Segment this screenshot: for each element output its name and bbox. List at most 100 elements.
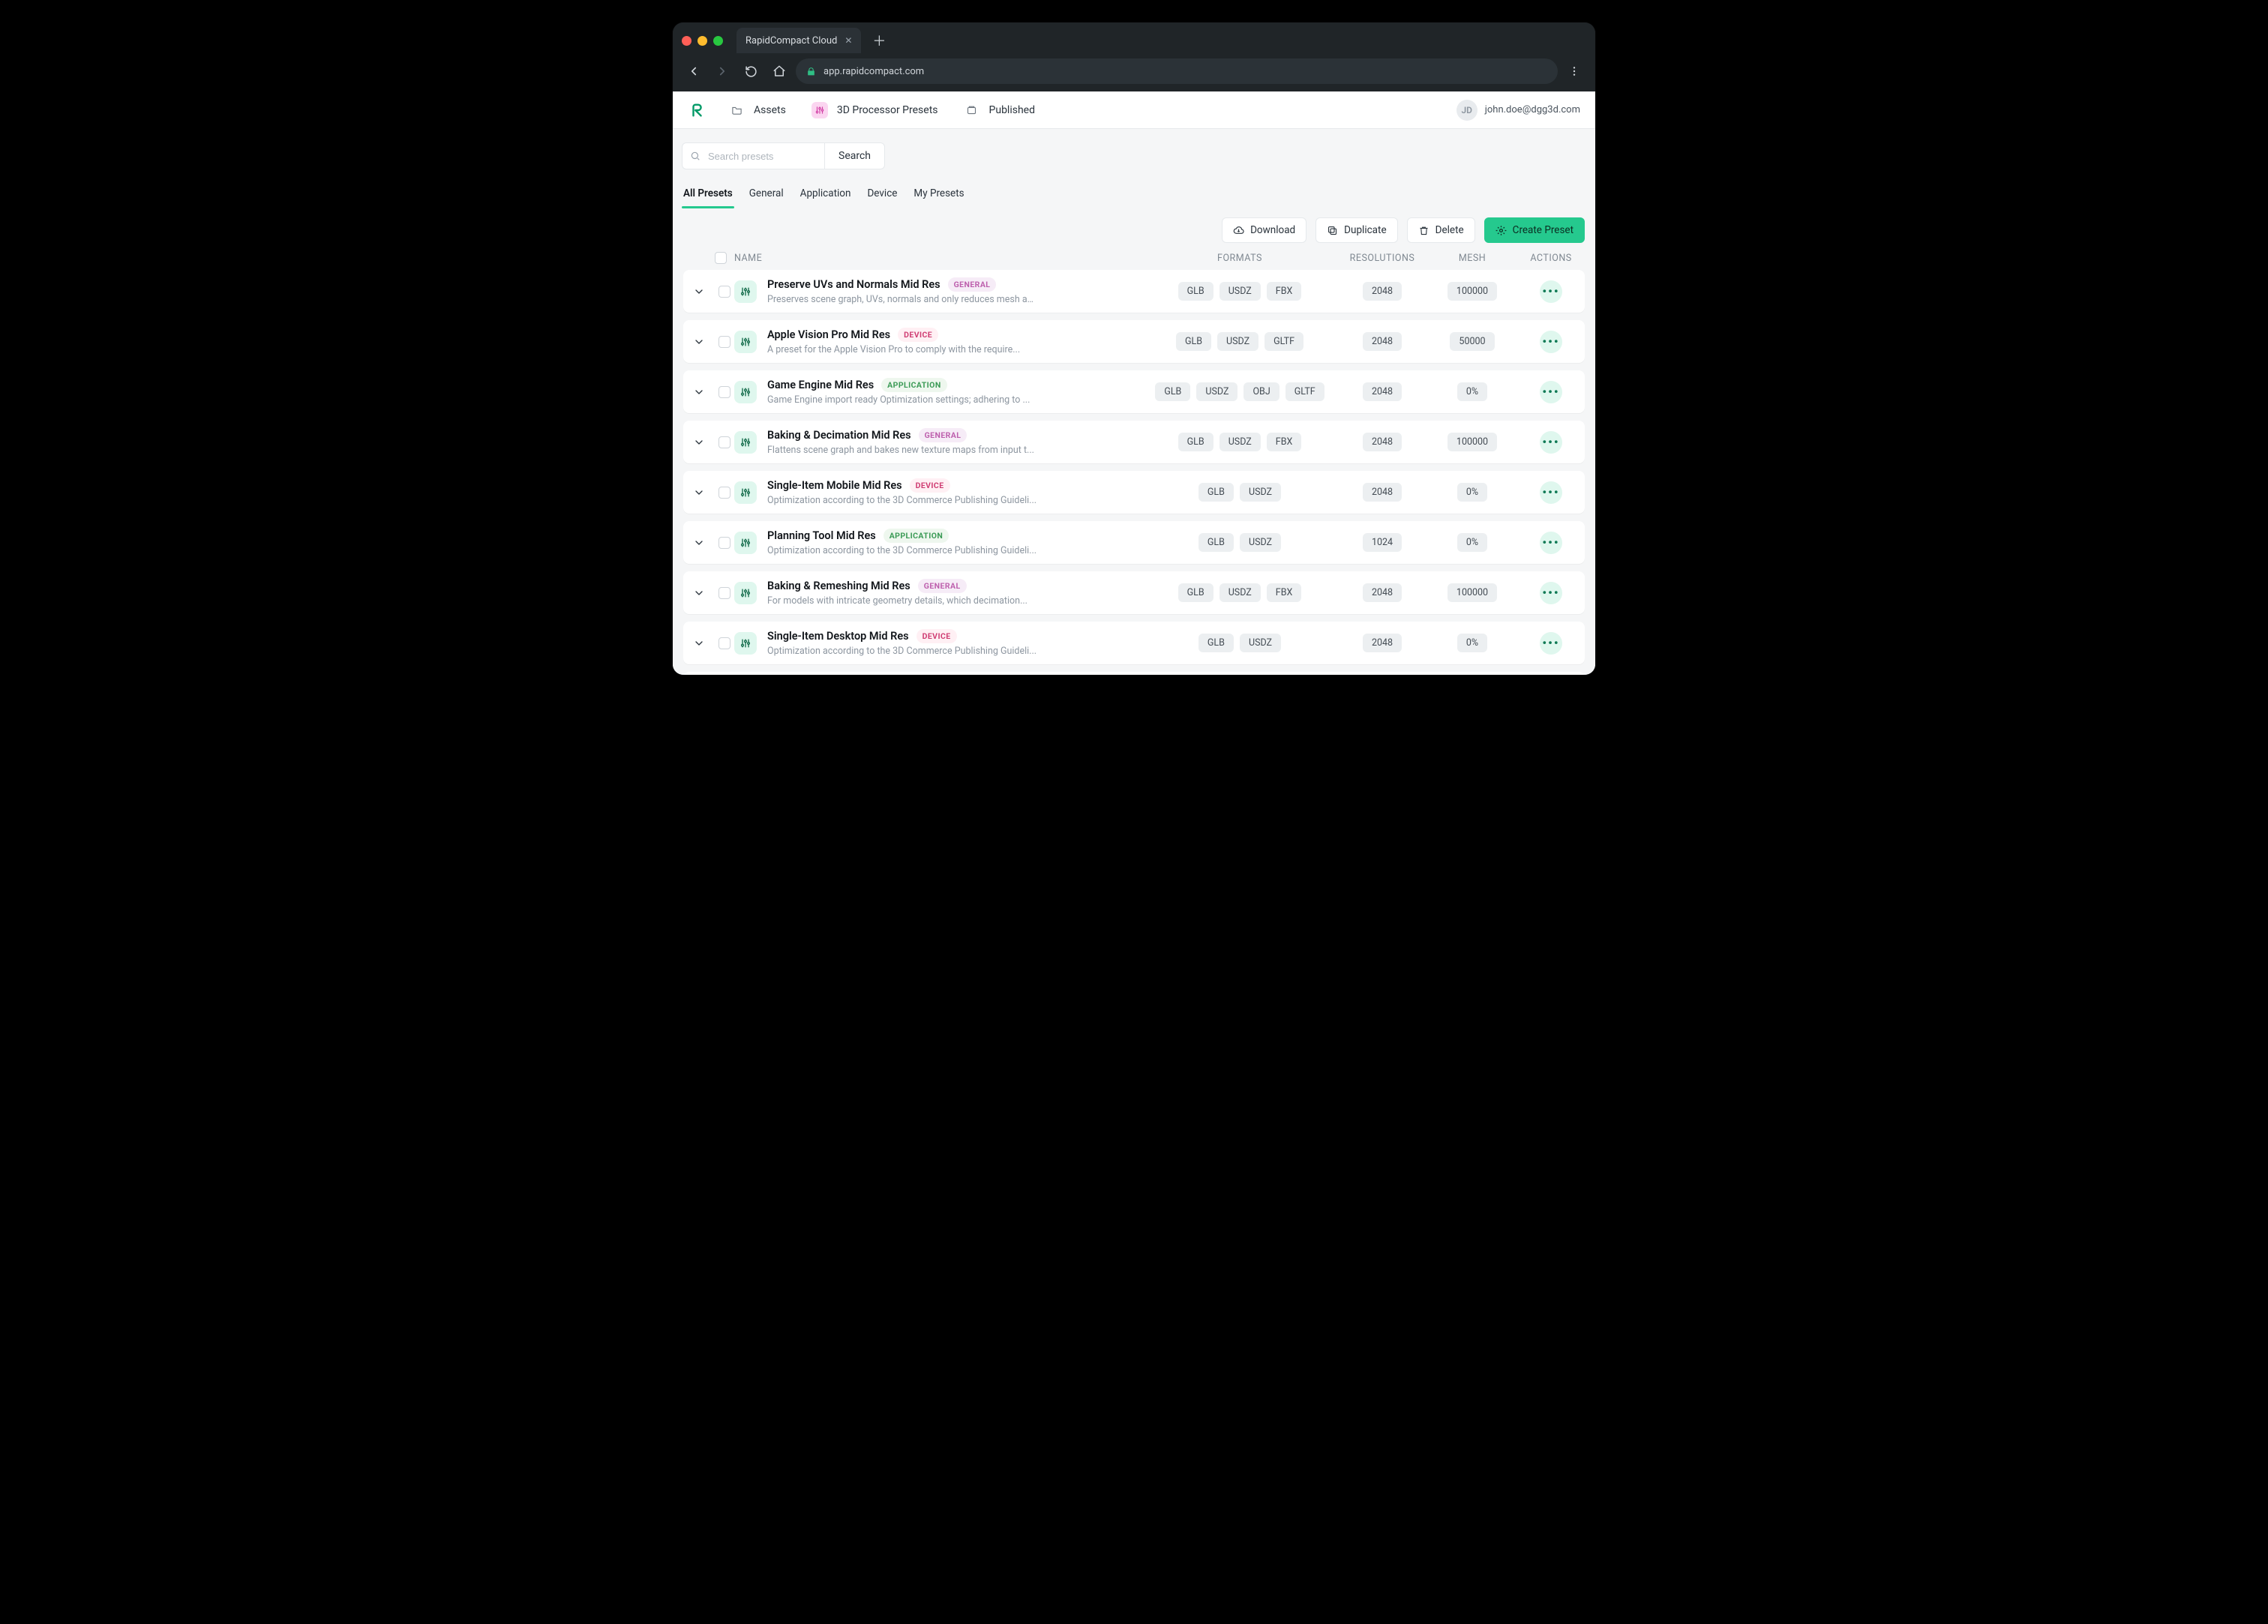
format-chip: GLB (1178, 583, 1214, 602)
nav-label: 3D Processor Presets (837, 104, 938, 116)
format-chip: GLB (1178, 282, 1214, 301)
sliders-icon (734, 481, 757, 504)
row-checkbox[interactable] (718, 286, 730, 298)
chevron-down-icon (693, 386, 705, 398)
row-checkbox[interactable] (718, 537, 730, 549)
row-checkbox[interactable] (718, 637, 730, 649)
expand-row-button[interactable] (683, 637, 715, 649)
row-checkbox[interactable] (718, 386, 730, 398)
chevron-down-icon (693, 487, 705, 499)
mesh-chip: 50000 (1450, 332, 1494, 351)
row-checkbox[interactable] (718, 436, 730, 448)
browser-chrome: RapidCompact Cloud ✕ ＋ (673, 22, 1595, 91)
minimize-window-icon[interactable] (698, 36, 707, 46)
browser-menu-button[interactable] (1562, 59, 1586, 83)
preset-description: Optimization according to the 3D Commerc… (767, 646, 1036, 657)
resolution-chip: 2048 (1363, 282, 1402, 301)
format-chip: USDZ (1240, 634, 1281, 652)
chevron-down-icon (693, 286, 705, 298)
search-button[interactable]: Search (824, 142, 885, 169)
expand-row-button[interactable] (683, 537, 715, 549)
filter-tab[interactable]: General (748, 183, 785, 204)
nav-published[interactable]: Published (959, 97, 1040, 123)
formats-cell: GLBUSDZFBX (1142, 433, 1337, 451)
mesh-cell: 0% (1427, 382, 1517, 401)
row-menu-button[interactable]: ••• (1540, 532, 1562, 554)
home-button[interactable] (767, 59, 791, 83)
expand-row-button[interactable] (683, 336, 715, 348)
mesh-chip: 0% (1457, 533, 1487, 552)
row-checkbox[interactable] (718, 487, 730, 499)
delete-button[interactable]: Delete (1407, 217, 1475, 243)
chevron-down-icon (693, 336, 705, 348)
expand-row-button[interactable] (683, 386, 715, 398)
close-window-icon[interactable] (682, 36, 692, 46)
row-menu-button[interactable]: ••• (1540, 582, 1562, 604)
sliders-icon (734, 431, 757, 454)
sliders-icon (734, 381, 757, 403)
table-row: Apple Vision Pro Mid ResDEVICEA preset f… (683, 320, 1585, 363)
row-checkbox[interactable] (718, 587, 730, 599)
preset-description: Preserves scene graph, UVs, normals and … (767, 294, 1037, 305)
create-preset-button[interactable]: Create Preset (1484, 217, 1585, 243)
expand-row-button[interactable] (683, 587, 715, 599)
resolution-cell: 2048 (1337, 433, 1427, 451)
address-bar[interactable]: app.rapidcompact.com (796, 58, 1558, 84)
nav-label: Assets (754, 104, 786, 116)
col-formats: FORMATS (1142, 253, 1337, 264)
back-button[interactable] (682, 59, 706, 83)
app-logo[interactable] (688, 100, 707, 120)
fullscreen-window-icon[interactable] (713, 36, 723, 46)
category-tag: APPLICATION (881, 378, 946, 392)
format-chip: FBX (1267, 433, 1302, 451)
category-tag: DEVICE (910, 478, 950, 493)
user-menu[interactable]: JD john.doe@dgg3d.com (1456, 100, 1580, 121)
format-chip: GLB (1155, 382, 1190, 401)
address-text: app.rapidcompact.com (824, 66, 924, 77)
row-menu-button[interactable]: ••• (1540, 481, 1562, 504)
nav-label: Published (989, 104, 1035, 116)
col-mesh: MESH (1427, 253, 1517, 264)
avatar: JD (1456, 100, 1478, 121)
filter-tab[interactable]: My Presets (912, 183, 965, 204)
tab-title: RapidCompact Cloud (746, 35, 837, 46)
filter-tab[interactable]: Device (866, 183, 898, 204)
preset-description: Optimization according to the 3D Commerc… (767, 495, 1036, 506)
new-tab-button[interactable]: ＋ (868, 30, 890, 51)
reload-button[interactable] (739, 59, 763, 83)
browser-tab[interactable]: RapidCompact Cloud ✕ (736, 28, 861, 53)
nav-presets[interactable]: 3D Processor Presets (807, 97, 943, 123)
close-tab-icon[interactable]: ✕ (844, 35, 852, 46)
resolution-cell: 2048 (1337, 583, 1427, 602)
search-input[interactable] (706, 150, 842, 163)
download-button[interactable]: Download (1222, 217, 1306, 243)
select-all-checkbox[interactable] (715, 252, 727, 264)
mesh-chip: 0% (1457, 483, 1487, 502)
row-menu-button[interactable]: ••• (1540, 331, 1562, 353)
preset-description: For models with intricate geometry detai… (767, 595, 1028, 607)
category-tag: GENERAL (918, 579, 967, 593)
row-checkbox[interactable] (718, 336, 730, 348)
row-menu-button[interactable]: ••• (1540, 632, 1562, 655)
sliders-icon (812, 102, 828, 118)
mesh-cell: 100000 (1427, 583, 1517, 602)
table-row: Preserve UVs and Normals Mid ResGENERALP… (683, 270, 1585, 313)
filter-tab[interactable]: All Presets (682, 183, 734, 204)
mesh-chip: 0% (1457, 382, 1487, 401)
mesh-chip: 100000 (1448, 282, 1497, 301)
duplicate-button[interactable]: Duplicate (1316, 217, 1397, 243)
row-menu-button[interactable]: ••• (1540, 381, 1562, 403)
window-controls[interactable] (682, 36, 729, 46)
filter-tab[interactable]: Application (799, 183, 853, 204)
forward-button[interactable] (710, 59, 734, 83)
row-menu-button[interactable]: ••• (1540, 431, 1562, 454)
row-menu-button[interactable]: ••• (1540, 280, 1562, 303)
category-tag: DEVICE (898, 328, 938, 342)
expand-row-button[interactable] (683, 487, 715, 499)
mesh-cell: 100000 (1427, 282, 1517, 301)
expand-row-button[interactable] (683, 286, 715, 298)
expand-row-button[interactable] (683, 436, 715, 448)
format-chip: GLB (1198, 634, 1234, 652)
search-box[interactable]: ✕ (682, 142, 824, 169)
nav-assets[interactable]: Assets (724, 97, 790, 123)
